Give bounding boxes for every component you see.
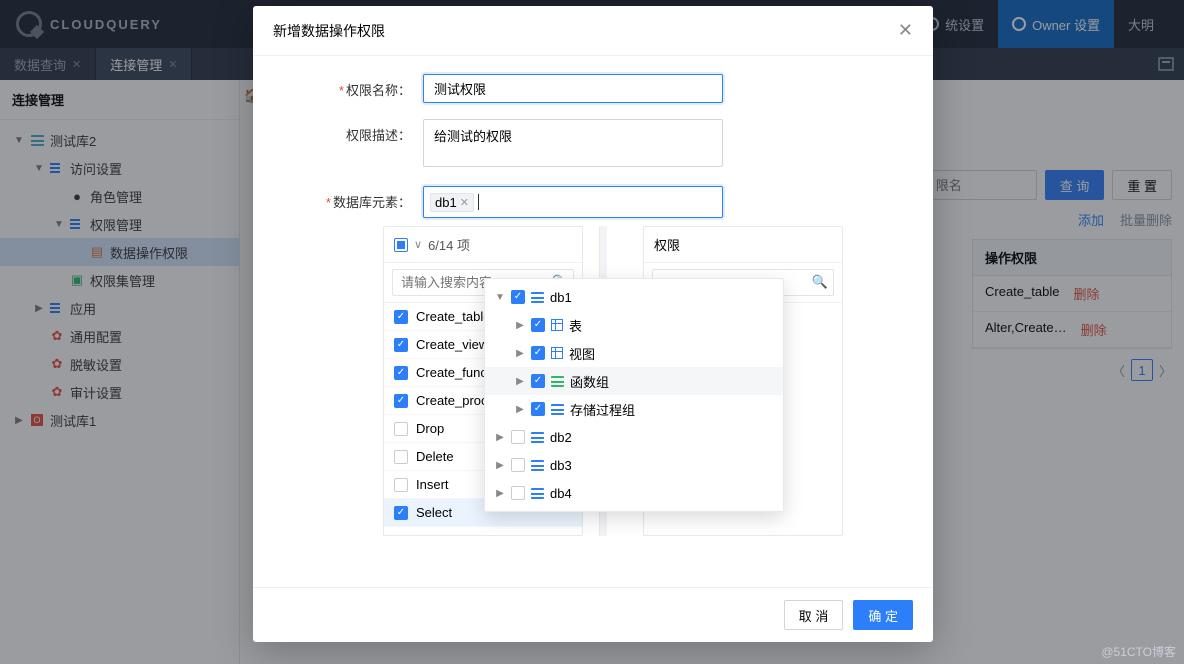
checkbox[interactable]	[394, 450, 408, 464]
database-icon	[531, 488, 544, 499]
checkbox[interactable]	[511, 430, 525, 444]
op-label: Create_view	[416, 337, 488, 352]
dd-node-table[interactable]: ▶表	[485, 311, 783, 339]
ok-button[interactable]: 确 定	[853, 600, 913, 630]
checkbox[interactable]	[511, 290, 525, 304]
checkbox[interactable]	[531, 374, 545, 388]
dd-node-proc[interactable]: ▶存储过程组	[485, 395, 783, 423]
dd-node-db2[interactable]: ▶db2	[485, 423, 783, 451]
panel-title: 权限	[654, 235, 680, 254]
label-perm-name: *权限名称：	[273, 74, 423, 99]
procedure-icon	[551, 404, 564, 415]
op-label: Create_table	[416, 309, 490, 324]
text-cursor	[478, 194, 479, 210]
close-icon[interactable]: ✕	[898, 20, 913, 41]
tag-db1: db1✕	[430, 193, 474, 212]
checkbox[interactable]	[394, 338, 408, 352]
checkbox[interactable]	[394, 366, 408, 380]
dd-node-db1[interactable]: ▼db1	[485, 283, 783, 311]
checkbox[interactable]	[394, 310, 408, 324]
checkbox[interactable]	[511, 486, 525, 500]
modal-title: 新增数据操作权限	[273, 21, 385, 41]
function-icon	[551, 376, 564, 387]
view-icon	[551, 347, 563, 359]
database-icon	[531, 432, 544, 443]
checkbox[interactable]	[394, 394, 408, 408]
dd-node-db3[interactable]: ▶db3	[485, 451, 783, 479]
dd-node-db4[interactable]: ▶db4	[485, 479, 783, 507]
checkbox[interactable]	[511, 458, 525, 472]
dd-node-view[interactable]: ▶视图	[485, 339, 783, 367]
op-label: Select	[416, 505, 452, 520]
select-all-checkbox[interactable]	[394, 238, 408, 252]
perm-desc-input[interactable]: 给测试的权限	[423, 119, 723, 167]
checkbox[interactable]	[531, 346, 545, 360]
label-db-element: *数据库元素：	[273, 186, 423, 211]
checkbox[interactable]	[394, 422, 408, 436]
dd-node-func[interactable]: ▶函数组	[485, 367, 783, 395]
checkbox[interactable]	[394, 506, 408, 520]
db-tree-dropdown: ▼db1 ▶表 ▶视图 ▶函数组 ▶存储过程组 ▶db2 ▶db3 ▶db4	[484, 278, 784, 512]
modal-header: 新增数据操作权限 ✕	[253, 6, 933, 56]
selection-count: 6/14 项	[428, 235, 470, 254]
op-label: Insert	[416, 477, 449, 492]
op-label: Delete	[416, 449, 454, 464]
label-perm-desc: 权限描述：	[273, 119, 423, 144]
search-icon: 🔍	[812, 274, 828, 290]
table-icon	[551, 319, 563, 331]
op-label: Drop	[416, 421, 444, 436]
perm-name-input[interactable]	[423, 74, 723, 103]
checkbox[interactable]	[394, 478, 408, 492]
watermark: @51CTO博客	[1101, 643, 1176, 660]
cancel-button[interactable]: 取 消	[784, 600, 844, 630]
tag-remove-icon[interactable]: ✕	[460, 196, 469, 209]
checkbox[interactable]	[531, 318, 545, 332]
db-element-select[interactable]: db1✕	[423, 186, 723, 218]
database-icon	[531, 460, 544, 471]
checkbox[interactable]	[531, 402, 545, 416]
database-icon	[531, 292, 544, 303]
modal-add-permission: 新增数据操作权限 ✕ *权限名称： 权限描述： 给测试的权限 *数据库元素： d…	[253, 6, 933, 642]
